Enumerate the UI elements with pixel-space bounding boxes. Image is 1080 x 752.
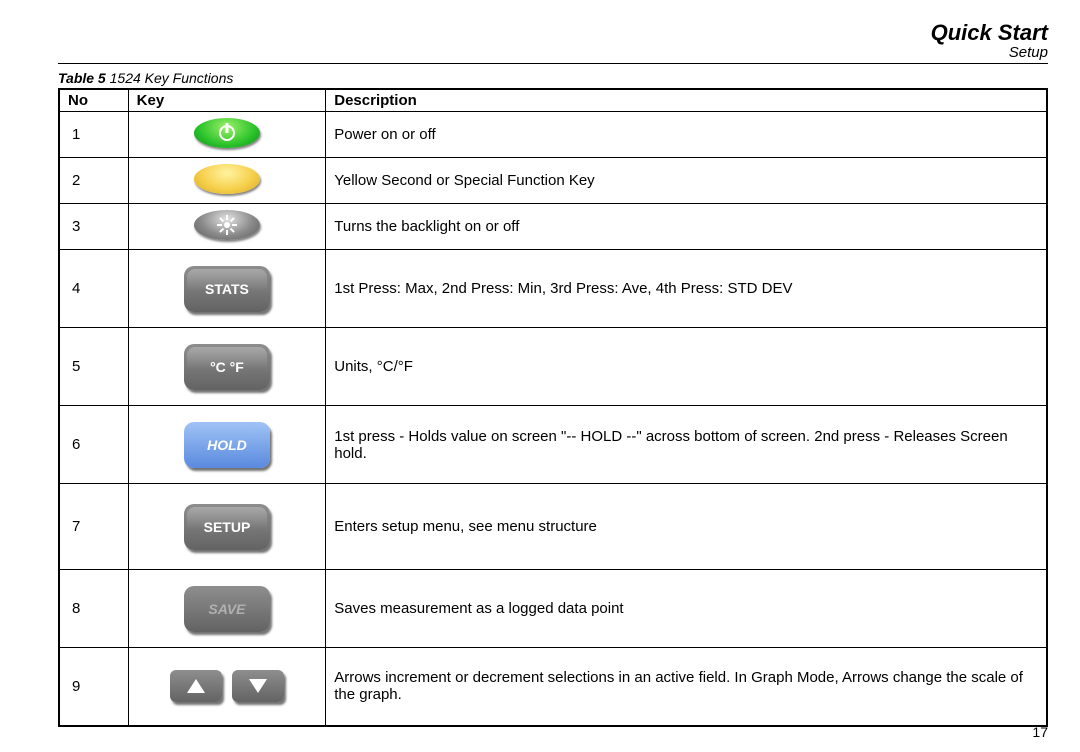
row-no: 1 [59, 112, 128, 158]
row-no: 4 [59, 250, 128, 328]
table-row: 1 Power on or off [59, 112, 1047, 158]
table-row: 3 Turns the backlight o [59, 204, 1047, 250]
row-desc: 1st Press: Max, 2nd Press: Min, 3rd Pres… [326, 250, 1047, 328]
key-label: HOLD [207, 437, 247, 453]
save-key-icon: SAVE [184, 586, 270, 632]
col-key: Key [128, 89, 326, 112]
row-desc: Yellow Second or Special Function Key [326, 158, 1047, 204]
table-row: 7 SETUP Enters setup menu, see menu stru… [59, 484, 1047, 570]
hold-key-icon: HOLD [184, 422, 270, 468]
row-no: 8 [59, 570, 128, 648]
arrow-up-icon [170, 670, 222, 702]
row-key: °C °F [128, 328, 326, 406]
caption-rest: 1524 Key Functions [106, 70, 234, 86]
row-key: SAVE [128, 570, 326, 648]
caption-prefix: Table 5 [58, 70, 106, 86]
row-no: 3 [59, 204, 128, 250]
row-no: 6 [59, 406, 128, 484]
table-caption: Table 5 1524 Key Functions [58, 70, 1048, 86]
page-header: Quick Start Setup [58, 20, 1048, 64]
header-rule [58, 63, 1048, 64]
row-desc: Units, °C/°F [326, 328, 1047, 406]
row-no: 2 [59, 158, 128, 204]
page-title: Quick Start [58, 20, 1048, 46]
table-row: 4 STATS 1st Press: Max, 2nd Press: Min, … [59, 250, 1047, 328]
col-desc: Description [326, 89, 1047, 112]
row-key [128, 204, 326, 250]
row-key: HOLD [128, 406, 326, 484]
table-row: 2 Yellow Second or Special Function Key [59, 158, 1047, 204]
row-no: 5 [59, 328, 128, 406]
power-icon [194, 118, 260, 148]
row-desc: Turns the backlight on or off [326, 204, 1047, 250]
table-row: 9 Arrows increment or decrement selectio… [59, 648, 1047, 726]
stats-key-icon: STATS [184, 266, 270, 312]
row-no: 9 [59, 648, 128, 726]
table-row: 6 HOLD 1st press - Holds value on screen… [59, 406, 1047, 484]
table-row: 5 °C °F Units, °C/°F [59, 328, 1047, 406]
key-label: SAVE [208, 601, 245, 617]
arrow-down-icon [232, 670, 284, 702]
col-no: No [59, 89, 128, 112]
row-desc: Power on or off [326, 112, 1047, 158]
row-desc: 1st press - Holds value on screen "-- HO… [326, 406, 1047, 484]
key-label: SETUP [204, 519, 251, 535]
key-label: °C °F [210, 359, 244, 375]
row-key [128, 112, 326, 158]
key-label: STATS [205, 281, 249, 297]
cf-key-icon: °C °F [184, 344, 270, 390]
table-row: 8 SAVE Saves measurement as a logged dat… [59, 570, 1047, 648]
backlight-icon [194, 210, 260, 240]
row-desc: Arrows increment or decrement selections… [326, 648, 1047, 726]
page-number: 17 [1032, 724, 1048, 740]
row-desc: Saves measurement as a logged data point [326, 570, 1047, 648]
key-functions-table: No Key Description 1 Power on or off 2 Y… [58, 88, 1048, 727]
arrow-keys-icon [170, 670, 284, 702]
yellow-function-icon [194, 164, 260, 194]
row-key [128, 648, 326, 726]
row-key: SETUP [128, 484, 326, 570]
page-subtitle: Setup [58, 44, 1048, 61]
row-key [128, 158, 326, 204]
row-key: STATS [128, 250, 326, 328]
setup-key-icon: SETUP [184, 504, 270, 550]
row-desc: Enters setup menu, see menu structure [326, 484, 1047, 570]
row-no: 7 [59, 484, 128, 570]
